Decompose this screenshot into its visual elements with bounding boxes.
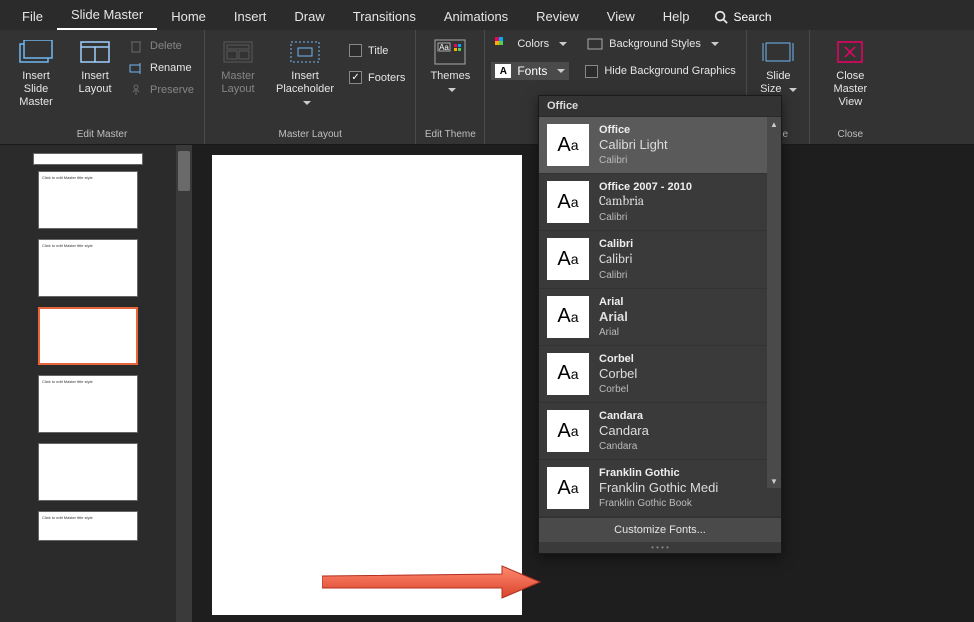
tab-file[interactable]: File — [8, 3, 57, 30]
tab-animations[interactable]: Animations — [430, 3, 522, 30]
caret-down-icon — [711, 42, 719, 46]
fonts-dropdown: Office Aa Office Calibri Light Calibri A… — [538, 95, 782, 554]
layout-thumbnail[interactable] — [38, 443, 138, 501]
menu-bar: File Slide Master Home Insert Draw Trans… — [0, 0, 974, 30]
rename-icon — [128, 60, 144, 76]
insert-slide-master-icon — [18, 38, 54, 66]
insert-layout-icon — [77, 38, 113, 66]
group-edit-master: Insert Slide Master Insert Layout Delete… — [0, 30, 205, 144]
font-scheme-arial[interactable]: Aa Arial Arial Arial — [539, 289, 781, 346]
hide-background-graphics-checkbox[interactable]: Hide Background Graphics — [581, 62, 739, 80]
themes-icon: Aa — [432, 38, 468, 66]
thumbnail-list: Click to edit Master title style Click t… — [0, 145, 176, 622]
title-checkbox[interactable]: Title — [345, 42, 409, 59]
group-master-layout: Master Layout Insert Placeholder Title F… — [205, 30, 416, 144]
font-scheme-calibri[interactable]: Aa Calibri Calibri Calibri — [539, 231, 781, 288]
tab-view[interactable]: View — [593, 3, 649, 30]
footers-checkbox[interactable]: Footers — [345, 69, 409, 86]
layout-thumbnail[interactable]: Click to edit Master title style — [38, 511, 138, 541]
fonts-list: Aa Office Calibri Light Calibri Aa Offic… — [539, 117, 781, 517]
layout-thumbnail[interactable]: Click to edit Master title style — [38, 375, 138, 433]
scroll-up-icon[interactable]: ▲ — [767, 117, 781, 131]
close-master-view-button[interactable]: Close Master View — [816, 34, 884, 114]
ribbon: Insert Slide Master Insert Layout Delete… — [0, 30, 974, 145]
background-styles-icon — [587, 36, 603, 52]
delete-icon — [128, 38, 144, 54]
font-swatch-icon: Aa — [547, 467, 589, 509]
font-scheme-office-2007[interactable]: Aa Office 2007 - 2010 Cambria Calibri — [539, 174, 781, 231]
font-swatch-icon: Aa — [547, 124, 589, 166]
group-label-close: Close — [816, 129, 884, 142]
insert-placeholder-button[interactable]: Insert Placeholder — [269, 34, 341, 114]
font-scheme-franklin-gothic[interactable]: Aa Franklin Gothic Franklin Gothic Medi … — [539, 460, 781, 517]
search-icon — [714, 10, 728, 24]
search-button[interactable]: Search — [704, 4, 782, 30]
thumbnail-scrollbar[interactable] — [176, 145, 192, 622]
fonts-dropdown-header: Office — [539, 96, 781, 117]
scrollbar-thumb[interactable] — [178, 151, 190, 191]
group-label-edit-master: Edit Master — [6, 129, 198, 142]
layout-thumbnail[interactable]: Click to edit Master title style — [38, 239, 138, 297]
search-label: Search — [734, 10, 772, 24]
customize-fonts-button[interactable]: Customize Fonts... — [539, 517, 781, 542]
rename-button[interactable]: Rename — [124, 58, 198, 78]
checkbox-icon — [585, 65, 598, 78]
slide-thumbnail-panel: Click to edit Master title style Click t… — [0, 145, 192, 622]
font-swatch-icon: Aa — [547, 296, 589, 338]
caret-down-icon — [789, 88, 797, 92]
tab-home[interactable]: Home — [157, 3, 220, 30]
group-label-edit-theme: Edit Theme — [422, 129, 478, 142]
tab-review[interactable]: Review — [522, 3, 593, 30]
delete-button: Delete — [124, 36, 198, 56]
font-swatch-icon: Aa — [547, 238, 589, 280]
preserve-button: Preserve — [124, 80, 198, 100]
caret-down-icon — [303, 101, 311, 105]
preserve-icon — [128, 82, 144, 98]
caret-down-icon — [557, 69, 565, 73]
font-scheme-office[interactable]: Aa Office Calibri Light Calibri — [539, 117, 781, 174]
group-edit-theme: Aa Themes Edit Theme — [416, 30, 485, 144]
svg-text:Aa: Aa — [439, 43, 449, 52]
tab-slide-master[interactable]: Slide Master — [57, 1, 157, 30]
master-thumbnail[interactable] — [33, 153, 143, 165]
tab-help[interactable]: Help — [649, 3, 704, 30]
fonts-icon: A — [495, 64, 511, 78]
checkbox-icon — [349, 44, 362, 57]
close-icon — [832, 38, 868, 66]
insert-layout-button[interactable]: Insert Layout — [70, 34, 120, 100]
insert-slide-master-button[interactable]: Insert Slide Master — [6, 34, 66, 114]
caret-down-icon — [559, 42, 567, 46]
font-swatch-icon: Aa — [547, 353, 589, 395]
master-layout-button: Master Layout — [211, 34, 265, 100]
tab-draw[interactable]: Draw — [280, 3, 338, 30]
tab-insert[interactable]: Insert — [220, 3, 281, 30]
slide-size-button[interactable]: Slide Size — [753, 34, 803, 100]
layout-thumbnail[interactable]: Click to edit Master title style — [38, 171, 138, 229]
insert-placeholder-icon — [287, 38, 323, 66]
main-area: Click to edit Master title style Click t… — [0, 145, 974, 622]
group-label-master-layout: Master Layout — [211, 129, 409, 142]
checkbox-checked-icon — [349, 71, 362, 84]
colors-icon — [495, 36, 511, 52]
font-scheme-corbel[interactable]: Aa Corbel Corbel Corbel — [539, 346, 781, 403]
master-layout-icon — [220, 38, 256, 66]
themes-button[interactable]: Aa Themes — [422, 34, 478, 100]
background-styles-button[interactable]: Background Styles — [583, 34, 723, 54]
font-scheme-candara[interactable]: Aa Candara Candara Candara — [539, 403, 781, 460]
slide-size-icon — [760, 38, 796, 66]
group-close: Close Master View Close — [810, 30, 890, 144]
colors-button[interactable]: Colors — [491, 34, 571, 54]
font-swatch-icon: Aa — [547, 410, 589, 452]
fonts-dropdown-scrollbar[interactable]: ▲ ▼ — [767, 117, 781, 488]
resize-grip-icon[interactable]: • • • • — [539, 542, 781, 553]
caret-down-icon — [448, 88, 456, 92]
scroll-down-icon[interactable]: ▼ — [767, 474, 781, 488]
layout-thumbnail-selected[interactable] — [38, 307, 138, 365]
current-slide[interactable] — [212, 155, 522, 615]
font-swatch-icon: Aa — [547, 181, 589, 223]
tab-transitions[interactable]: Transitions — [339, 3, 430, 30]
fonts-button[interactable]: A Fonts — [491, 62, 569, 80]
